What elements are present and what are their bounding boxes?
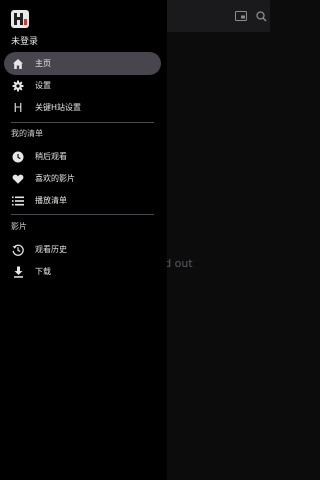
nav-item-h-site-settings[interactable]: H 关键H站设置: [4, 96, 161, 119]
cast-icon[interactable]: [234, 9, 248, 23]
home-icon: [11, 57, 25, 71]
search-icon[interactable]: [254, 9, 268, 23]
clock-icon: [11, 150, 25, 164]
nav-item-label: 下载: [35, 267, 51, 276]
nav-item-label: 喜欢的影片: [35, 174, 75, 183]
nav-item-settings[interactable]: 设置: [4, 74, 161, 97]
nav-item-label: 设置: [35, 81, 51, 90]
nav-item-home[interactable]: 主页: [4, 52, 161, 75]
nav-item-liked-videos[interactable]: 喜欢的影片: [4, 167, 161, 190]
download-icon: [11, 265, 25, 279]
app-logo: [11, 10, 29, 28]
heart-icon: [11, 172, 25, 186]
nav-item-label: 主页: [35, 59, 51, 68]
gear-icon: [11, 79, 25, 93]
nav-item-label: 播放清单: [35, 196, 67, 205]
section-header-my-list: 我的清单: [11, 129, 43, 138]
divider: [11, 214, 154, 215]
nav-item-downloads[interactable]: 下载: [4, 260, 161, 283]
nav-item-watch-history[interactable]: 观看历史: [4, 238, 161, 261]
nav-item-label: 稍后观看: [35, 152, 67, 161]
nav-item-label: 关键H站设置: [35, 103, 82, 112]
nav-item-playlists[interactable]: 播放清单: [4, 189, 161, 212]
nav-item-label: 观看历史: [35, 245, 67, 254]
login-status[interactable]: 未登录: [11, 34, 38, 47]
navigation-drawer: 未登录 主页 设置 H 关键H站设置 我的清单 稍后观看 喜欢的影片 播放清单 …: [0, 0, 167, 480]
playlist-icon: [11, 194, 25, 208]
h-icon: H: [13, 100, 23, 115]
divider: [11, 122, 154, 123]
nav-item-watch-later[interactable]: 稍后观看: [4, 145, 161, 168]
section-header-videos: 影片: [11, 222, 27, 231]
history-icon: [11, 243, 25, 257]
